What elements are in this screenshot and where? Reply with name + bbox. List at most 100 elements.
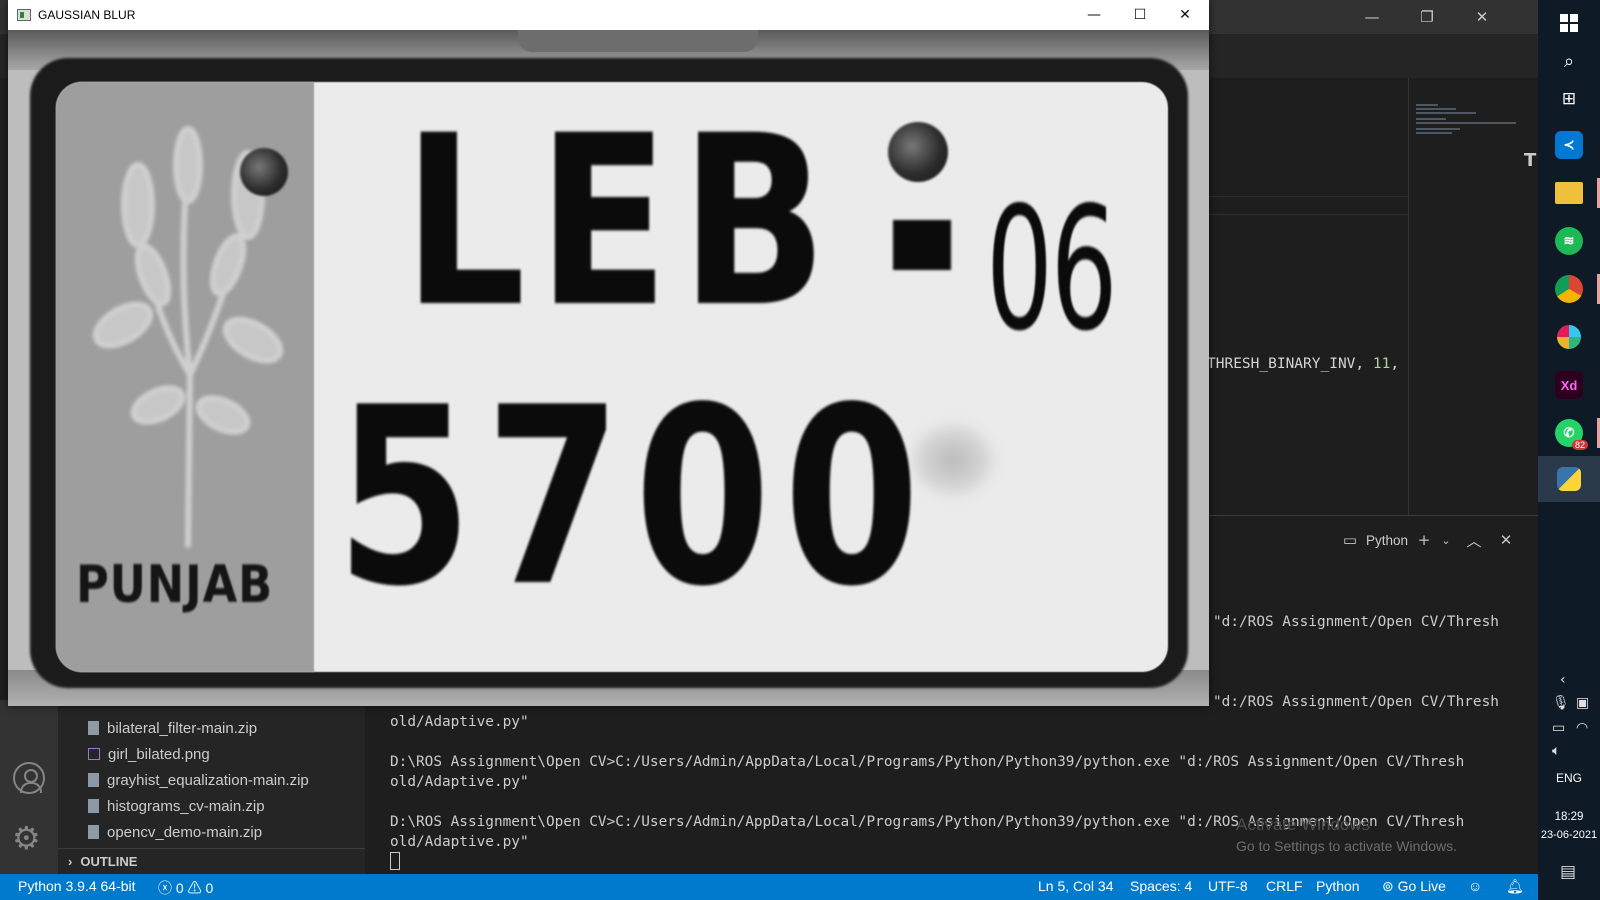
- code-number: 11: [1372, 356, 1391, 372]
- vscode-icon: ≺: [1555, 131, 1583, 159]
- search-icon: ⌕: [1563, 50, 1575, 72]
- code-text: THRESH_BINARY_INV,: [1207, 356, 1373, 372]
- outline-label: OUTLINE: [80, 854, 138, 869]
- chevron-down-icon[interactable]: ⌄: [1440, 534, 1452, 547]
- notifications-bell-icon[interactable]: 🔔︎: [1506, 878, 1524, 895]
- language-mode-status[interactable]: Python: [1316, 878, 1360, 894]
- new-terminal-icon[interactable]: +: [1414, 531, 1434, 549]
- activate-windows-subtitle: Go to Settings to activate Windows.: [1236, 838, 1457, 854]
- minimize-button[interactable]: —: [1074, 3, 1114, 27]
- wifi-icon[interactable]: ◠: [1576, 720, 1588, 736]
- show-hidden-icons-chevron-icon[interactable]: ‹: [1560, 672, 1566, 688]
- file-item[interactable]: bilateral_filter-main.zip: [88, 716, 257, 740]
- terminal-toolbar: ▭ Python + ⌄ ︿ ✕: [1340, 528, 1516, 552]
- window-app-icon: [17, 9, 31, 21]
- file-item[interactable]: histograms_cv-main.zip: [88, 794, 265, 818]
- warning-count: 0: [205, 880, 214, 896]
- window-title: GAUSSIAN BLUR: [38, 8, 136, 22]
- feedback-icon[interactable]: ☺: [1468, 878, 1482, 894]
- terminal-line: "d:/ROS Assignment/Open CV/Thresh: [1213, 614, 1499, 630]
- notification-badge: 82: [1571, 440, 1588, 450]
- plate-bolt: [240, 148, 288, 196]
- plate-number: 5700: [336, 355, 933, 640]
- zip-file-icon: [88, 721, 99, 735]
- taskbar-python[interactable]: [1538, 456, 1600, 502]
- task-view-button[interactable]: ⊞: [1538, 76, 1600, 122]
- file-name: bilateral_filter-main.zip: [107, 719, 258, 737]
- error-icon: ⓧ: [158, 880, 172, 896]
- vscode-close-button[interactable]: ✕: [1470, 6, 1494, 28]
- taskbar-slack[interactable]: [1538, 314, 1600, 360]
- microphone-icon[interactable]: 🎙︎: [1552, 695, 1570, 711]
- file-item[interactable]: girl_bilated.png: [88, 742, 210, 766]
- vscode-minimize-button[interactable]: —: [1360, 6, 1384, 28]
- file-item[interactable]: grayhist_equalization-main.zip: [88, 768, 309, 792]
- zip-file-icon: [88, 773, 99, 787]
- go-live-label: Go Live: [1397, 878, 1446, 894]
- editor-separator: [1208, 196, 1408, 197]
- eol-status[interactable]: CRLF: [1266, 878, 1303, 894]
- maximize-button[interactable]: ☐: [1120, 3, 1160, 27]
- taskbar-file-explorer[interactable]: [1538, 170, 1600, 216]
- image-file-icon: [88, 748, 100, 760]
- desktop: — ❐ ✕ ▷ ◫ ⋯ THRESH_BINARY_INV, 11, T ▭ P…: [0, 0, 1600, 900]
- problems-status[interactable]: ⓧ 0 ⚠ 0: [158, 878, 213, 898]
- outline-section-header[interactable]: › OUTLINE: [58, 848, 365, 874]
- volume-icon[interactable]: 🔈︎: [1552, 743, 1560, 759]
- battery-icon[interactable]: ▭: [1552, 720, 1565, 736]
- close-button[interactable]: ✕: [1165, 3, 1205, 27]
- taskbar-spotify[interactable]: ≋: [1538, 218, 1600, 264]
- file-name: opencv_demo-main.zip: [107, 823, 263, 841]
- clock-time[interactable]: 18:29: [1538, 811, 1600, 823]
- encoding-status[interactable]: UTF-8: [1208, 878, 1248, 894]
- action-center-icon[interactable]: ▤: [1560, 862, 1576, 882]
- file-name: histograms_cv-main.zip: [107, 797, 265, 815]
- clock-date[interactable]: 23-06-2021: [1538, 829, 1600, 841]
- terminal-shell-icon: ▭: [1342, 531, 1358, 549]
- chevron-right-icon: ›: [68, 854, 73, 869]
- text-cursor-icon: T: [1524, 150, 1537, 171]
- vscode-restore-button[interactable]: ❐: [1415, 6, 1439, 28]
- chrome-icon: [1555, 275, 1583, 303]
- broadcast-icon: ⊚: [1382, 878, 1394, 894]
- close-panel-icon[interactable]: ✕: [1496, 531, 1516, 549]
- python-icon: [1557, 467, 1581, 491]
- plate-year: 06: [986, 171, 1118, 369]
- terminal-line: D:\ROS Assignment\Open CV>C:/Users/Admin…: [390, 754, 1465, 770]
- go-live-button[interactable]: ⊚ Go Live: [1382, 878, 1446, 895]
- python-interpreter-status[interactable]: Python 3.9.4 64-bit: [18, 878, 136, 894]
- windows-taskbar: ⌕ ⊞ ≺ ≋ Xd ✆ 82 ‹ 🎙︎ ▣ ▭ ◠ 🔈︎ ENG 18:29 …: [1538, 0, 1600, 900]
- file-explorer-icon: [1555, 182, 1583, 204]
- code-line[interactable]: THRESH_BINARY_INV, 11,: [1207, 356, 1399, 372]
- account-icon[interactable]: [13, 762, 45, 794]
- terminal-line: old/Adaptive.py": [390, 834, 529, 850]
- terminal-shell-label[interactable]: Python: [1366, 533, 1408, 548]
- file-item[interactable]: opencv_demo-main.zip: [88, 820, 262, 844]
- plate-bolt: [888, 122, 948, 182]
- plate-dash: [893, 220, 951, 270]
- plate-mount-clip: [518, 30, 758, 52]
- plate-region: PUNJAB: [76, 555, 274, 615]
- gear-icon[interactable]: ⚙: [12, 822, 41, 854]
- taskbar-vscode[interactable]: ≺: [1538, 122, 1600, 168]
- cursor-position-status[interactable]: Ln 5, Col 34: [1038, 878, 1114, 894]
- error-count: 0: [175, 880, 184, 896]
- terminal-cursor: [390, 852, 400, 870]
- display-icon[interactable]: ▣: [1576, 695, 1589, 711]
- file-name: girl_bilated.png: [108, 745, 210, 763]
- indentation-status[interactable]: Spaces: 4: [1130, 878, 1192, 894]
- taskbar-chrome[interactable]: [1538, 266, 1600, 312]
- blurred-license-plate-image: LEB 06 5700 PUNJAB: [8, 30, 1209, 706]
- taskbar-whatsapp[interactable]: ✆ 82: [1538, 410, 1600, 456]
- input-language[interactable]: ENG: [1538, 771, 1600, 785]
- spotify-icon: ≋: [1555, 227, 1583, 255]
- maximize-panel-icon[interactable]: ︿: [1464, 530, 1484, 551]
- slack-icon: [1557, 325, 1581, 349]
- task-view-icon: ⊞: [1561, 89, 1577, 109]
- taskbar-adobe-xd[interactable]: Xd: [1538, 362, 1600, 408]
- windows-start-icon: [1560, 14, 1578, 32]
- minimap[interactable]: [1410, 100, 1520, 520]
- cv-titlebar[interactable]: GAUSSIAN BLUR — ☐ ✕: [8, 0, 1209, 30]
- warning-icon: ⚠: [187, 880, 202, 896]
- code-suffix: ,: [1390, 356, 1400, 372]
